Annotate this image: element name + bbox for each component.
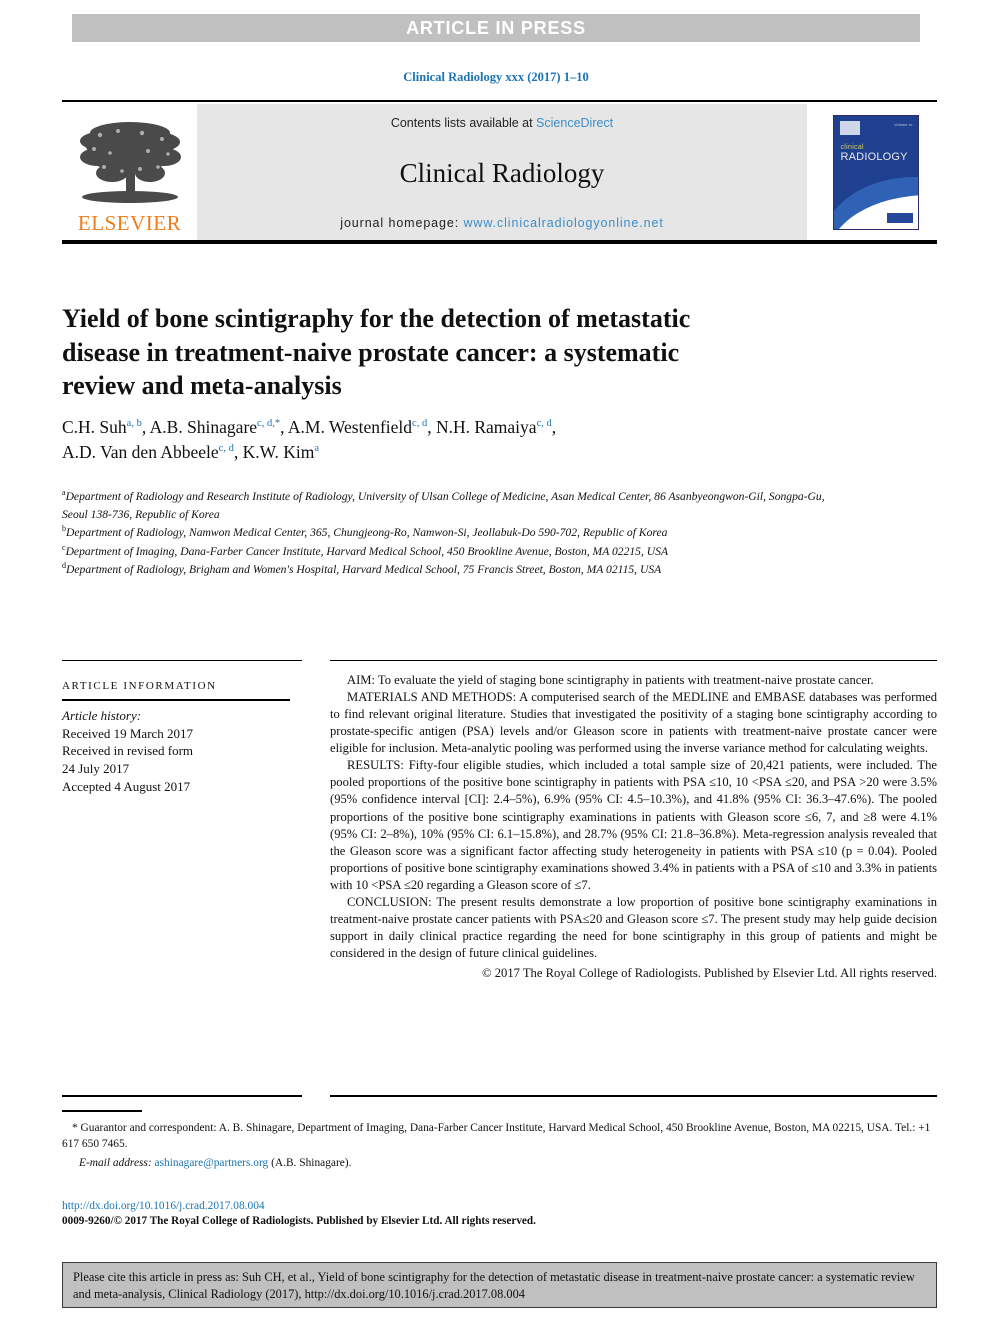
author-affil-marker: c, d, <box>257 418 275 430</box>
affiliation-list: aDepartment of Radiology and Research In… <box>62 488 852 580</box>
cover-corner-label: Volume xx <box>894 121 913 127</box>
author-affil-marker: a, b <box>126 418 142 430</box>
journal-title: Clinical Radiology <box>399 157 605 188</box>
elsevier-tree-icon <box>79 122 181 203</box>
doi-panel: http://dx.doi.org/10.1016/j.crad.2017.08… <box>62 1198 662 1230</box>
article-history-revised-date: 24 July 2017 <box>62 760 130 776</box>
footnote-panel: * Guarantor and correspondent: A. B. Shi… <box>62 1120 937 1172</box>
masthead-rule-top <box>62 100 937 102</box>
author-affil-marker: c, d <box>536 418 552 430</box>
article-history-accepted: Accepted 4 August 2017 <box>62 778 191 794</box>
abstract-aim: AIM: To evaluate the yield of staging bo… <box>347 673 874 687</box>
contents-available-line: Contents lists available at ScienceDirec… <box>391 116 613 130</box>
article-information-heading: ARTICLE INFORMATION <box>62 680 217 692</box>
journal-masthead: ELSEVIER Contents lists available at Sci… <box>62 100 937 245</box>
author-line-1: C.H. Suha, b, A.B. Shinagarec, d,*, A.M.… <box>62 417 557 437</box>
abstract-rule-bottom-left <box>62 1095 302 1097</box>
page-title: Yield of bone scintigraphy for the detec… <box>62 304 691 400</box>
article-in-press-banner: ARTICLE IN PRESS <box>72 14 920 42</box>
article-information-rule <box>62 699 290 701</box>
footnote-email-label: E-mail address: <box>79 1157 152 1170</box>
contents-prefix-label: Contents lists available at <box>390 116 537 130</box>
elsevier-logo-block: ELSEVIER <box>62 104 197 240</box>
abstract-results: RESULTS: Fifty-four eligible studies, wh… <box>330 758 937 892</box>
affiliation-text: Department of Imaging, Dana-Farber Cance… <box>65 544 669 558</box>
author-line-2: A.D. Van den Abbeelec, d, K.W. Kima <box>62 440 862 465</box>
author-affil-marker: c, d <box>218 443 234 455</box>
article-in-press-label: ARTICLE IN PRESS <box>406 17 586 38</box>
cover-publisher-badge <box>886 212 913 223</box>
affiliation-text: Department of Radiology, Namwon Medical … <box>66 526 668 540</box>
author-name-suh: C.H. Suh <box>62 417 127 437</box>
journal-homepage-link[interactable]: www.clinicalradiologyonline.net <box>464 216 664 230</box>
author-name-vandenabbeele: A.D. Van den Abbeele <box>62 442 219 463</box>
article-information-panel: ARTICLE INFORMATION Article history: Rec… <box>62 680 307 795</box>
cite-this-article-box: Please cite this article in press as: Su… <box>62 1262 937 1308</box>
cover-title-line2: RADIOLOGY <box>840 150 908 163</box>
abstract-copyright: © 2017 The Royal College of Radiologists… <box>482 966 937 981</box>
elsevier-wordmark: ELSEVIER <box>77 211 182 235</box>
author-name-westenfield: , A.M. Westenfield <box>280 417 413 437</box>
doi-link[interactable]: http://dx.doi.org/10.1016/j.crad.2017.08… <box>62 1198 662 1214</box>
affiliation-text: Department of Radiology and Research Ins… <box>62 490 825 521</box>
footnote-email-suffix: (A.B. Shinagare). <box>271 1157 352 1170</box>
issn-copyright-line: 0009-9260/© 2017 The Royal College of Ra… <box>62 1215 536 1228</box>
article-history-received: Received 19 March 2017 <box>62 725 194 741</box>
cite-this-article-text: Please cite this article in press as: Su… <box>73 1270 915 1301</box>
abstract-rule-top-left <box>62 660 302 661</box>
article-history-label: Article history: <box>62 707 142 723</box>
cover-title-line1: clinical <box>840 143 864 151</box>
journal-running-head: Clinical Radiology xxx (2017) 1–10 <box>403 70 589 84</box>
footnote-correspondence: * Guarantor and correspondent: A. B. Shi… <box>62 1122 931 1151</box>
journal-cover-block: Volume xx clinical RADIOLOGY <box>814 104 937 240</box>
corresponding-email-link[interactable]: ashinagare@partners.org <box>155 1157 269 1169</box>
cover-society-logo-icon <box>839 120 860 135</box>
affiliation-text: Department of Radiology, Brigham and Wom… <box>66 563 662 577</box>
footnote-email: E-mail address: ashinagare@partners.org … <box>62 1155 937 1171</box>
author-name-shinagare: , A.B. Shinagare <box>141 417 258 437</box>
author-name-ramaiya: , N.H. Ramaiya <box>427 417 537 437</box>
journal-cover-thumbnail: Volume xx clinical RADIOLOGY <box>832 114 919 230</box>
footnote-separator-rule <box>62 1110 142 1112</box>
affiliation-item: aDepartment of Radiology and Research In… <box>62 488 852 523</box>
affiliation-item: bDepartment of Radiology, Namwon Medical… <box>62 524 852 542</box>
abstract-panel: AIM: To evaluate the yield of staging bo… <box>330 672 937 982</box>
abstract-rule-bottom-right <box>330 1095 937 1097</box>
homepage-prefix-label: journal homepage: <box>340 216 464 230</box>
author-affil-marker: c, d <box>412 418 428 430</box>
abstract-rule-top-right <box>330 660 937 661</box>
affiliation-item: dDepartment of Radiology, Brigham and Wo… <box>62 561 852 579</box>
article-history-revised-label: Received in revised form <box>62 743 194 759</box>
masthead-rule-bottom <box>62 240 937 244</box>
abstract-materials-and-methods: MATERIALS AND METHODS: A computerised se… <box>330 690 937 756</box>
author-affil-marker: a <box>314 443 320 455</box>
abstract-conclusion: CONCLUSION: The present results demonstr… <box>330 894 937 960</box>
sciencedirect-link[interactable]: ScienceDirect <box>536 116 613 130</box>
journal-homepage-line: journal homepage: www.clinicalradiologyo… <box>340 216 663 230</box>
author-name-kim: , K.W. Kim <box>233 442 315 463</box>
affiliation-item: cDepartment of Imaging, Dana-Farber Canc… <box>62 543 852 561</box>
masthead-center-panel: Contents lists available at ScienceDirec… <box>197 104 807 240</box>
author-list: C.H. Suha, b, A.B. Shinagarec, d,*, A.M.… <box>62 415 862 466</box>
